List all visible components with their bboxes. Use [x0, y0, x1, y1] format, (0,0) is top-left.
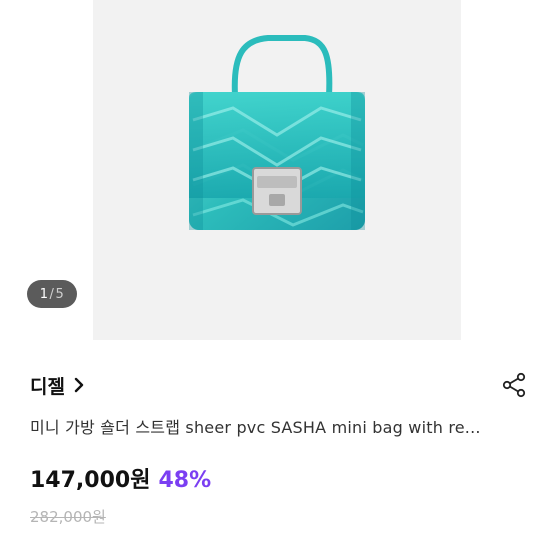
- seller-row: 디젤: [30, 368, 527, 402]
- seller-link[interactable]: 디젤: [30, 372, 85, 399]
- image-counter-total: 5: [55, 286, 65, 302]
- original-price: 282,000원: [30, 508, 106, 526]
- image-counter-current: 1: [39, 286, 49, 302]
- product-title: 미니 가방 숄더 스트랩 sheer pvc SASHA mini bag wi…: [30, 418, 481, 437]
- share-icon[interactable]: [501, 372, 527, 398]
- sale-price: 147,000원: [30, 468, 151, 493]
- image-counter: 1 / 5: [27, 280, 77, 308]
- price-row: 147,000원 48%: [30, 462, 211, 494]
- seller-name: 디젤: [30, 375, 65, 398]
- image-counter-separator: /: [49, 286, 55, 302]
- product-photo[interactable]: [93, 0, 461, 340]
- chevron-right-icon: [73, 377, 85, 393]
- discount-rate: 48%: [158, 468, 212, 493]
- bag-illustration: [189, 35, 365, 230]
- product-image-gallery[interactable]: 1 / 5: [0, 0, 555, 340]
